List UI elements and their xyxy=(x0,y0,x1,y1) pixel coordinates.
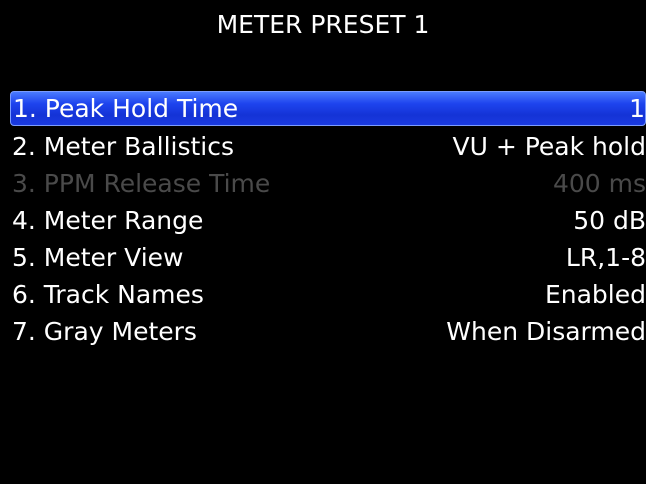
menu-item-value: LR,1-8 xyxy=(565,243,646,272)
menu-item-label: 7. Gray Meters xyxy=(12,317,197,346)
menu-item-label: 5. Meter View xyxy=(12,243,184,272)
menu-item-value: When Disarmed xyxy=(446,317,646,346)
menu-item-value: VU + Peak hold xyxy=(452,132,646,161)
menu-item-value: 400 ms xyxy=(552,169,646,198)
menu-item-label: 4. Meter Range xyxy=(12,206,204,235)
preset-menu: 1. Peak Hold Time 1 2. Meter Ballistics … xyxy=(10,91,646,350)
menu-item-label: 3. PPM Release Time xyxy=(12,169,271,198)
menu-item-track-names[interactable]: 6. Track Names Enabled xyxy=(10,276,646,313)
menu-item-label: 1. Peak Hold Time xyxy=(13,94,239,123)
menu-item-value: 50 dB xyxy=(573,206,646,235)
meter-preset-screen: METER PRESET 1 1. Peak Hold Time 1 2. Me… xyxy=(0,0,646,484)
menu-item-gray-meters[interactable]: 7. Gray Meters When Disarmed xyxy=(10,313,646,350)
menu-item-peak-hold-time[interactable]: 1. Peak Hold Time 1 xyxy=(10,91,646,126)
menu-item-ppm-release-time: 3. PPM Release Time 400 ms xyxy=(10,165,646,202)
menu-item-label: 2. Meter Ballistics xyxy=(12,132,235,161)
page-title: METER PRESET 1 xyxy=(216,10,430,39)
menu-item-meter-ballistics[interactable]: 2. Meter Ballistics VU + Peak hold xyxy=(10,128,646,165)
menu-item-value: Enabled xyxy=(544,280,646,309)
menu-item-value: 1 xyxy=(629,94,645,123)
menu-item-meter-range[interactable]: 4. Meter Range 50 dB xyxy=(10,202,646,239)
menu-item-label: 6. Track Names xyxy=(12,280,204,309)
menu-item-meter-view[interactable]: 5. Meter View LR,1-8 xyxy=(10,239,646,276)
